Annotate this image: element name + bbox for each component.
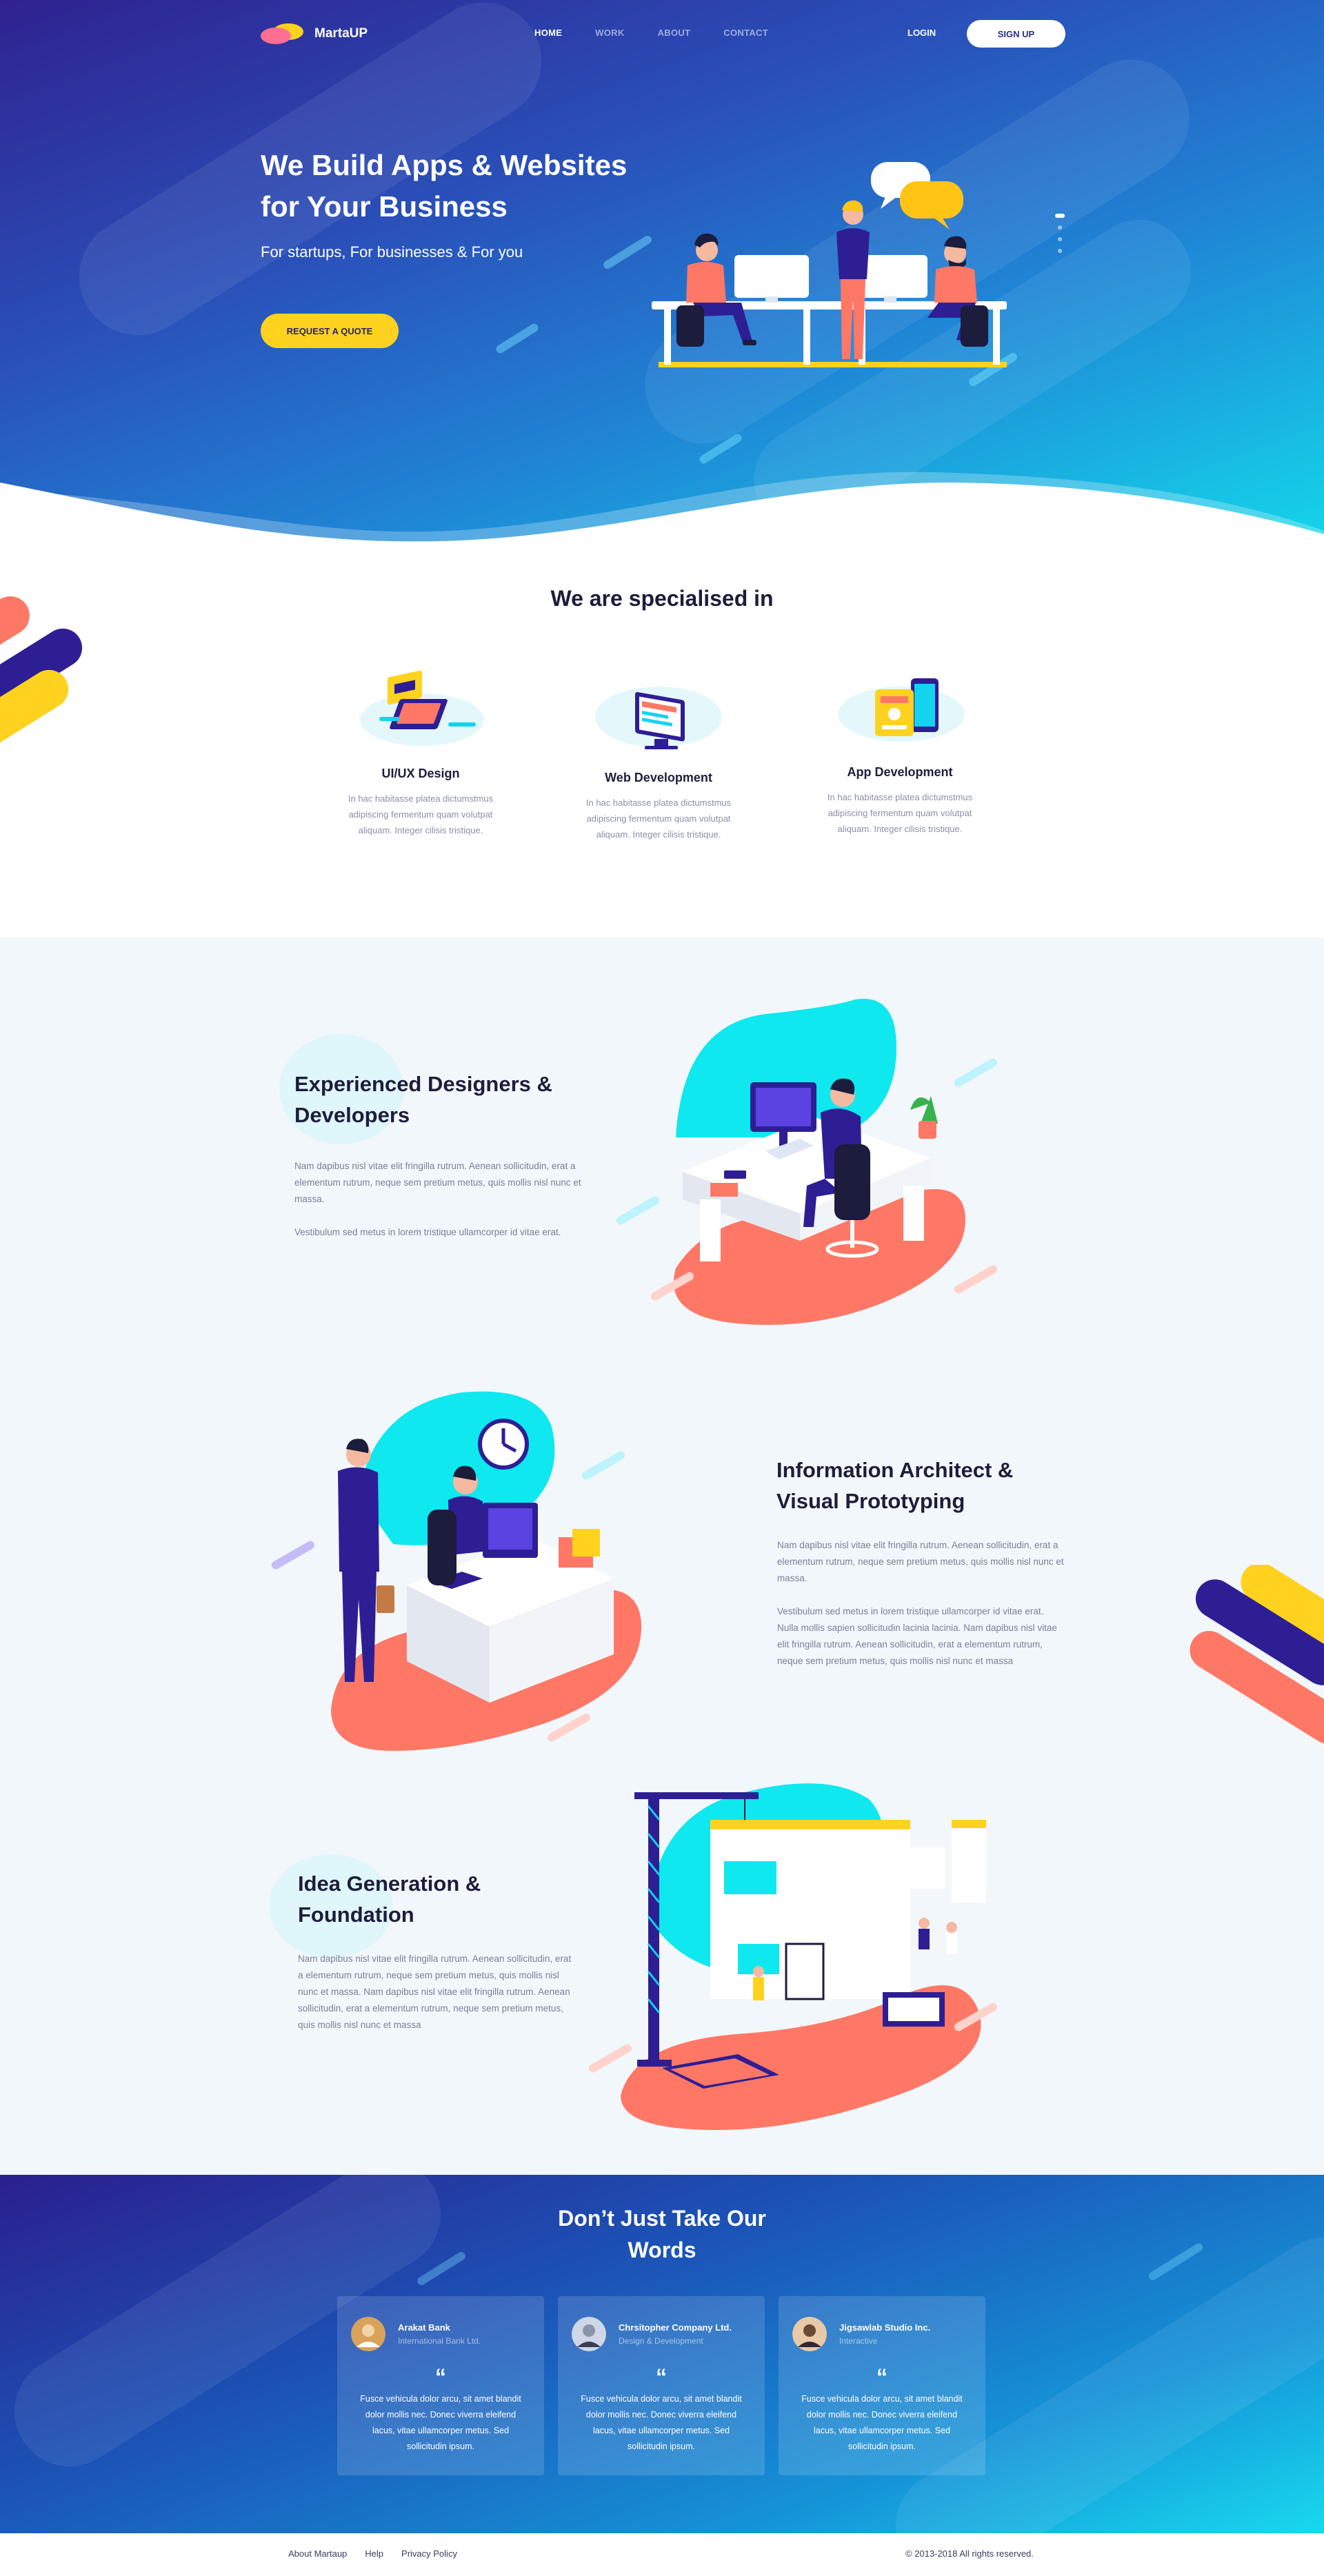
logo[interactable]: MartaUP (258, 21, 368, 47)
testimonial-name: Chrsitopher Company Ltd. (619, 2322, 732, 2333)
testimonial-card: Arakat Bank International Bank Ltd. “ Fu… (337, 2296, 544, 2475)
footer-link-about[interactable]: About Martaup (288, 2548, 347, 2559)
testimonial-role: Design & Development (619, 2336, 703, 2346)
nav-link-contact[interactable]: CONTACT (723, 28, 768, 38)
hero-title: We Build Apps & Websites for Your Busine… (261, 149, 628, 223)
slider-dot[interactable] (1058, 225, 1062, 230)
feature-paragraph: Nam dapibus nisl vitae elit fringilla ru… (777, 1540, 1064, 1583)
specialised-heading: We are specialised in (550, 586, 774, 611)
hero-dash-decoration (494, 322, 540, 355)
top-navigation: MartaUP HOME WORK ABOUT CONTACT LOGIN SI… (0, 18, 1324, 48)
nav-links: HOME WORK ABOUT CONTACT (534, 28, 768, 38)
footer-links: About Martaup Help Privacy Policy (288, 2548, 457, 2559)
service-description: In hac habitasse platea dictumstmus adip… (827, 792, 973, 834)
footer-link-privacy[interactable]: Privacy Policy (401, 2548, 457, 2559)
feature-title: Experienced Designers & Developers (294, 1072, 552, 1127)
office-team-illustration (652, 162, 1007, 367)
testimonial-name: Arakat Bank (398, 2322, 450, 2333)
testimonials-heading-text: Don’t Just Take Our Words (558, 2206, 766, 2262)
feature-title: Idea Generation & Foundation (298, 1872, 481, 1927)
slider-dot-active[interactable] (1055, 214, 1065, 218)
feature-title: Information Architect & Visual Prototypi… (776, 1458, 1014, 1513)
service-title: App Development (847, 765, 953, 779)
service-description: In hac habitasse platea dictumstmus adip… (585, 798, 732, 840)
testimonial-text: Fusce vehicula dolor arcu, sit amet blan… (801, 2394, 963, 2451)
service-description: In hac habitasse platea dictumstmus adip… (348, 793, 494, 835)
feature-paragraph: Nam dapibus nisl vitae elit fringilla ru… (298, 1954, 572, 2030)
web-development-icon (595, 687, 722, 749)
slider-dot[interactable] (1058, 237, 1062, 241)
diagonal-stripes-decoration (0, 596, 83, 751)
hero-wave-divider (0, 471, 1324, 545)
testimonial-role: International Bank Ltd. (398, 2336, 481, 2346)
testimonial-text: Fusce vehicula dolor arcu, sit amet blan… (581, 2394, 742, 2451)
hero-slider-dots (1055, 214, 1065, 261)
hero-dash-decoration (601, 234, 654, 271)
quote-icon: “ (435, 2364, 446, 2389)
feature-paragraph: Vestibulum sed metus in lorem tristique … (777, 1606, 1057, 1666)
service-card-web: Web Development In hac habitasse platea … (569, 669, 748, 842)
testimonial-name: Jigsawlab Studio Inc. (839, 2322, 931, 2333)
testimonial-text: Fusce vehicula dolor arcu, sit amet blan… (360, 2394, 521, 2451)
footer: About Martaup Help Privacy Policy © 2013… (0, 2533, 1324, 2576)
testimonial-card: Chrsitopher Company Ltd. Design & Develo… (558, 2296, 765, 2475)
login-link[interactable]: LOGIN (907, 28, 936, 38)
copyright-text: © 2013-2018 All rights reserved. (905, 2548, 1034, 2559)
avatar (351, 2317, 385, 2351)
logo-text: MartaUP (314, 26, 368, 41)
feature-paragraph: Nam dapibus nisl vitae elit fringilla ru… (294, 1161, 581, 1204)
logo-icon (261, 23, 303, 44)
features-section: Experienced Designers & Developers Nam d… (0, 937, 1324, 2175)
signup-button[interactable]: SIGN UP (967, 20, 1065, 48)
service-card-uiux: UI/UX Design In hac habitasse platea dic… (331, 669, 510, 838)
construction-crane-illustration (588, 1783, 998, 2130)
service-title: UI/UX Design (381, 767, 460, 780)
designer-at-desk-illustration (616, 998, 998, 1325)
service-title: Web Development (605, 771, 712, 784)
quote-icon: “ (876, 2364, 887, 2389)
nav-link-work[interactable]: WORK (595, 28, 624, 38)
specialised-section: We are specialised in UI/UX Design In ha… (0, 545, 1324, 937)
request-quote-button[interactable]: REQUEST A QUOTE (261, 314, 399, 348)
avatar (572, 2317, 606, 2351)
testimonial-role: Interactive (839, 2336, 878, 2346)
avatar (792, 2317, 827, 2351)
hero-subtitle: For startups, For businesses & For you (261, 243, 523, 261)
uiux-design-icon (360, 670, 484, 746)
diagonal-stripes-decoration (1190, 1565, 1324, 1745)
testimonials-heading: Don’t Just Take Our Words (0, 2202, 1324, 2266)
quote-icon: “ (656, 2364, 667, 2389)
feature-paragraph: Vestibulum sed metus in lorem tristique … (294, 1227, 561, 1237)
testimonials-section: Don’t Just Take Our Words Arakat Bank In… (0, 2175, 1324, 2533)
app-development-icon (838, 678, 965, 742)
footer-link-help[interactable]: Help (365, 2548, 383, 2559)
testimonial-card: Jigsawlab Studio Inc. Interactive “ Fusc… (779, 2296, 985, 2475)
nav-link-about[interactable]: ABOUT (658, 28, 691, 38)
hero-section: MartaUP HOME WORK ABOUT CONTACT LOGIN SI… (0, 0, 1324, 545)
nav-link-home[interactable]: HOME (534, 28, 562, 38)
service-card-app: App Development In hac habitasse platea … (810, 669, 990, 837)
slider-dot[interactable] (1058, 249, 1062, 253)
business-meeting-illustration (271, 1391, 641, 1751)
